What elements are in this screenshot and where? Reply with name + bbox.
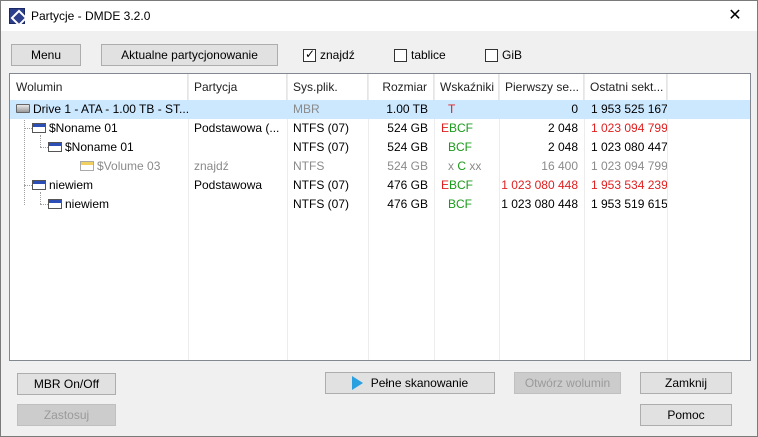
gib-checkbox-box[interactable]: [485, 48, 498, 62]
filesystem: NTFS (07): [293, 197, 350, 211]
full-scan-button[interactable]: Pełne skanowanie: [325, 372, 495, 394]
found-volume-icon: [80, 160, 94, 171]
partition-type: Podstawowa (...: [194, 121, 280, 135]
column-header-size[interactable]: Rozmiar: [368, 74, 434, 100]
last-sector: 1 953 525 167: [591, 102, 667, 116]
size: 476 GB: [387, 197, 428, 211]
volume-icon: [32, 179, 46, 190]
size: 1.00 TB: [386, 102, 428, 116]
table-row[interactable]: $Noname 01 Podstawowa (... NTFS (07) 524…: [10, 119, 750, 138]
first-sector: 0: [571, 102, 578, 116]
volume-icon: [32, 122, 46, 133]
help-button[interactable]: Pomoc: [640, 404, 732, 426]
size: 524 GB: [387, 140, 428, 154]
table-row[interactable]: $Noname 01 NTFS (07) 524 GB BCF 2 048 1 …: [10, 138, 750, 157]
filesystem: NTFS (07): [293, 140, 350, 154]
volume-icon: [48, 141, 62, 152]
flags: BCF: [448, 140, 472, 154]
partition-type: [194, 138, 286, 157]
full-scan-label: Pełne skanowanie: [370, 376, 469, 390]
dmde-app-icon: [9, 8, 25, 24]
find-checkbox-box[interactable]: [303, 47, 316, 62]
size: 524 GB: [387, 159, 428, 173]
tables-checkbox[interactable]: tablice: [394, 47, 446, 63]
volume-name: $Volume 03: [97, 159, 161, 173]
flags: BCF: [449, 121, 474, 135]
partition-type: [194, 100, 286, 119]
tables-checkbox-box[interactable]: [394, 48, 407, 62]
close-window-button[interactable]: ✕: [713, 1, 757, 31]
partition-type: [194, 195, 286, 214]
size: 476 GB: [387, 178, 428, 192]
filesystem: NTFS (07): [293, 121, 350, 135]
last-sector: 1 953 519 615: [591, 197, 667, 211]
volume-name: niewiem: [65, 197, 110, 211]
title-bar: Partycje - DMDE 3.2.0 ✕: [1, 1, 757, 31]
close-button[interactable]: Zamknij: [640, 372, 732, 394]
volume-name: $Noname 01: [49, 121, 118, 135]
first-sector: 16 400: [541, 159, 578, 173]
menu-button[interactable]: Menu: [11, 44, 81, 66]
play-icon: [351, 375, 363, 390]
column-header-flags[interactable]: Wskaźniki: [434, 74, 499, 100]
current-partitioning-button[interactable]: Aktualne partycjonowanie: [101, 44, 278, 66]
open-volume-button[interactable]: Otwórz wolumin: [514, 372, 621, 394]
first-sector: 2 048: [547, 121, 578, 135]
filesystem: MBR: [293, 102, 320, 116]
flag-e: E: [441, 121, 450, 135]
gib-checkbox[interactable]: GiB: [485, 47, 522, 63]
volume-name: $Noname 01: [65, 140, 134, 154]
filesystem: NTFS (07): [293, 178, 350, 192]
partition-type: Podstawowa: [194, 178, 263, 192]
flag-xx: xx: [469, 159, 482, 173]
flags: T: [448, 102, 456, 116]
find-checkbox-label: znajdź: [320, 48, 355, 62]
gib-checkbox-label: GiB: [502, 48, 523, 62]
table-row[interactable]: $Volume 03 znajdź NTFS 524 GB x C xx 16 …: [10, 157, 750, 176]
partitions-window: Partycje - DMDE 3.2.0 ✕ Menu Aktualne pa…: [0, 0, 758, 437]
last-sector: 1 953 534 239: [591, 178, 667, 192]
table-row[interactable]: niewiem Podstawowa NTFS (07) 476 GB EBCF…: [10, 176, 750, 195]
column-header-first-sector[interactable]: Pierwszy se...: [499, 74, 584, 100]
volume-name: niewiem: [49, 178, 94, 192]
flag-e: E: [441, 178, 450, 192]
disk-icon: [16, 104, 30, 114]
flag-x: x: [448, 159, 454, 173]
volume-name: Drive 1 - ATA - 1.00 TB - ST...: [33, 102, 188, 116]
last-sector: 1 023 094 799: [591, 159, 667, 173]
tables-checkbox-label: tablice: [411, 48, 446, 62]
window-title: Partycje - DMDE 3.2.0: [31, 9, 151, 23]
table-row[interactable]: niewiem NTFS (07) 476 GB BCF 1 023 080 4…: [10, 195, 750, 214]
flags: C: [457, 159, 467, 173]
apply-button[interactable]: Zastosuj: [17, 404, 116, 426]
column-header-filesystem[interactable]: Sys.plik.: [287, 74, 368, 100]
partition-type: znajdź: [194, 159, 229, 173]
mbr-toggle-button[interactable]: MBR On/Off: [17, 373, 116, 395]
partitions-list[interactable]: Wolumin Partycja Sys.plik. Rozmiar Wskaź…: [9, 73, 751, 361]
first-sector: 1 023 080 448: [501, 178, 578, 192]
last-sector: 1 023 080 447: [591, 140, 667, 154]
filesystem: NTFS: [293, 159, 325, 173]
column-header-volume[interactable]: Wolumin: [10, 74, 188, 100]
last-sector: 1 023 094 799: [591, 121, 667, 135]
volume-icon: [48, 198, 62, 209]
column-header-partition[interactable]: Partycja: [188, 74, 287, 100]
find-checkbox[interactable]: znajdź: [303, 47, 355, 63]
column-header-last-sector[interactable]: Ostatni sekt...: [584, 74, 667, 100]
size: 524 GB: [387, 121, 428, 135]
table-row[interactable]: Drive 1 - ATA - 1.00 TB - ST... MBR 1.00…: [10, 100, 750, 119]
flags: BCF: [449, 178, 474, 192]
first-sector: 2 048: [547, 140, 578, 154]
flags: BCF: [448, 197, 472, 211]
first-sector: 1 023 080 448: [501, 197, 578, 211]
list-header: Wolumin Partycja Sys.plik. Rozmiar Wskaź…: [10, 74, 750, 100]
